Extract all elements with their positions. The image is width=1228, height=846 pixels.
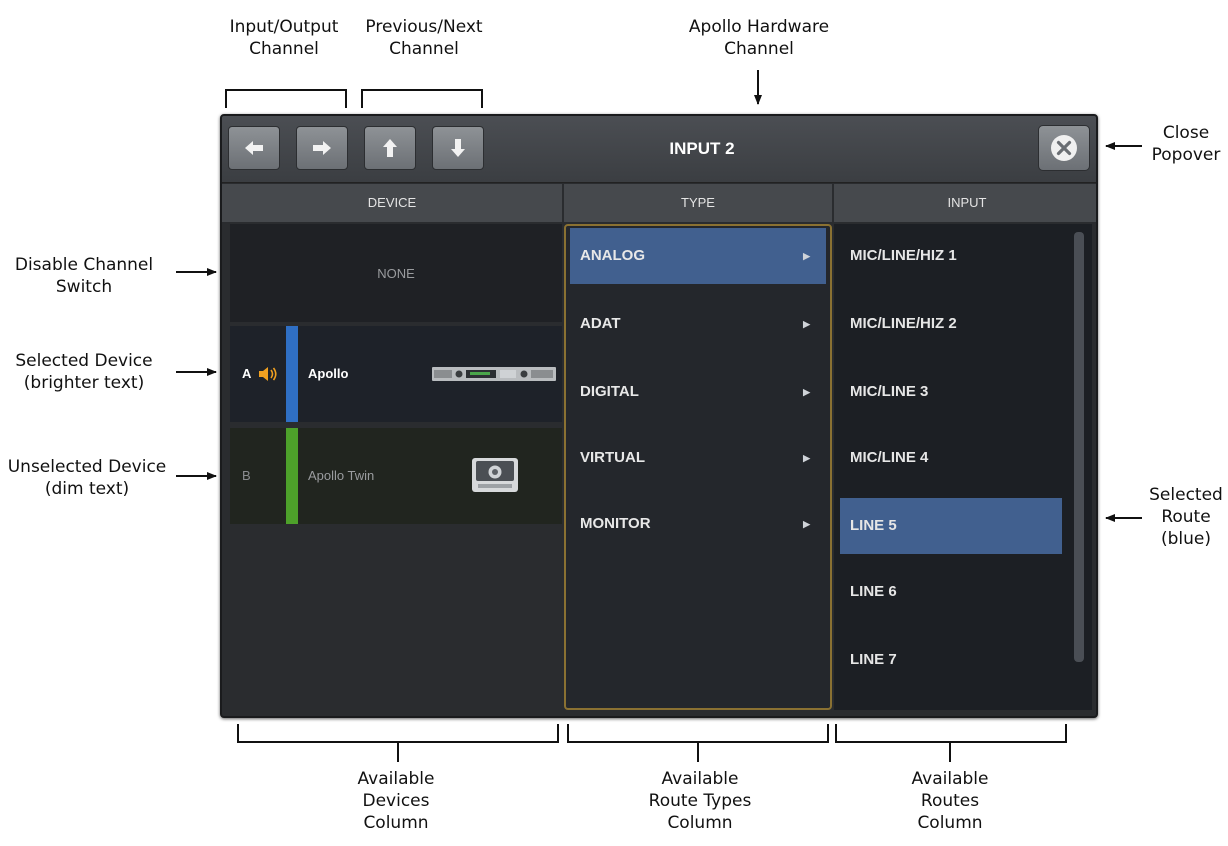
popover-title: INPUT 2	[669, 139, 735, 158]
column-header-input: INPUT	[834, 184, 1096, 222]
route-item[interactable]: MIC/LINE 3	[840, 364, 1062, 420]
type-item-virtual[interactable]: VIRTUAL ▶	[570, 430, 826, 486]
routing-popover: INPUT 2 DEVICE TYPE INPUT NONE A Apollo	[220, 114, 1098, 718]
speaker-icon	[259, 367, 277, 381]
route-item[interactable]: LINE 6	[840, 564, 1062, 620]
submenu-arrow-icon: ▶	[803, 519, 810, 529]
submenu-arrow-icon: ▶	[803, 319, 810, 329]
routes-scrollbar[interactable]	[1074, 232, 1084, 662]
route-item[interactable]: MIC/LINE/HIZ 2	[840, 296, 1062, 352]
route-item[interactable]: MIC/LINE 4	[840, 430, 1062, 486]
type-label: VIRTUAL	[580, 449, 645, 466]
close-popover-button[interactable]	[1038, 125, 1090, 171]
devices-column: NONE A Apollo B Apollo Twin	[230, 224, 562, 710]
submenu-arrow-icon: ▶	[803, 387, 810, 397]
input-channel-button[interactable]	[228, 126, 280, 170]
device-color-stripe	[286, 326, 298, 422]
device-item-apollo[interactable]: A Apollo	[230, 326, 562, 422]
type-item-digital[interactable]: DIGITAL ▶	[570, 364, 826, 420]
route-item[interactable]: MIC/LINE/HIZ 1	[840, 228, 1062, 284]
popover-titlebar: INPUT 2	[222, 116, 1096, 183]
device-none-switch[interactable]: NONE	[230, 224, 562, 322]
arrow-left-icon	[245, 141, 263, 155]
apollo-twin-image	[472, 458, 518, 492]
apollo-rack-unit-image	[432, 367, 556, 381]
device-letter: B	[242, 468, 251, 483]
arrow-right-icon	[313, 141, 331, 155]
device-name: Apollo	[308, 366, 349, 381]
device-color-stripe	[286, 428, 298, 524]
next-channel-button[interactable]	[432, 126, 484, 170]
route-item[interactable]: LINE 7	[840, 632, 1062, 688]
type-label: ANALOG	[580, 247, 645, 264]
type-label: MONITOR	[580, 515, 651, 532]
previous-channel-button[interactable]	[364, 126, 416, 170]
type-item-analog[interactable]: ANALOG ▶	[570, 228, 826, 284]
column-header-device: DEVICE	[222, 184, 562, 222]
close-circle-icon	[1051, 135, 1077, 161]
type-item-monitor[interactable]: MONITOR ▶	[570, 496, 826, 552]
arrow-down-icon	[451, 139, 465, 157]
device-item-apollo-twin[interactable]: B Apollo Twin	[230, 428, 562, 524]
arrow-up-icon	[383, 139, 397, 157]
routes-column: MIC/LINE/HIZ 1 MIC/LINE/HIZ 2 MIC/LINE 3…	[834, 224, 1092, 710]
type-item-adat[interactable]: ADAT ▶	[570, 296, 826, 352]
device-letter: A	[242, 366, 252, 381]
device-none-label: NONE	[377, 265, 415, 281]
route-item-selected[interactable]: LINE 5	[840, 498, 1062, 554]
column-header-type: TYPE	[564, 184, 832, 222]
route-types-column: ANALOG ▶ ADAT ▶ DIGITAL ▶ VIRTUAL ▶ MONI…	[564, 224, 832, 710]
output-channel-button[interactable]	[296, 126, 348, 170]
submenu-arrow-icon: ▶	[803, 251, 810, 261]
type-label: ADAT	[580, 315, 621, 332]
type-label: DIGITAL	[580, 383, 639, 400]
device-name: Apollo Twin	[308, 468, 375, 483]
submenu-arrow-icon: ▶	[803, 453, 810, 463]
